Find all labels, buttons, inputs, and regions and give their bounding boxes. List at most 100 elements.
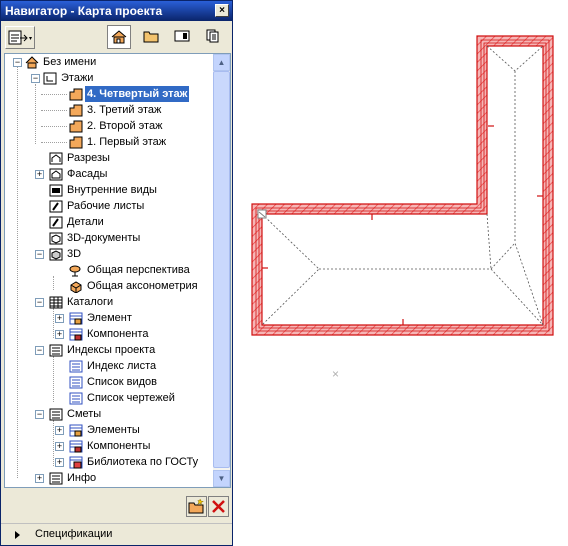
tree-item-info[interactable]: + Инфо — [5, 470, 205, 486]
delete-button[interactable] — [208, 496, 229, 517]
tree-item-label: Внутренние виды — [67, 184, 157, 196]
tree-item-label: Список чертежей — [87, 392, 175, 404]
tree-item-interior[interactable]: Внутренние виды — [5, 182, 205, 198]
delete-icon — [212, 500, 225, 513]
library-estimate-icon — [69, 456, 83, 469]
index-icon — [49, 344, 63, 357]
specifications-panel[interactable]: Спецификации — [1, 523, 232, 546]
tree-item-3d-documents[interactable]: 3D-документы — [5, 230, 205, 246]
collapse-toggle[interactable]: − — [31, 74, 40, 83]
tree-item-root[interactable]: − Без имени — [5, 54, 205, 70]
tree-item-cat-element[interactable]: + Элемент — [5, 310, 205, 326]
new-folder-button[interactable] — [186, 496, 207, 517]
tree-item-label: Инфо — [67, 472, 97, 484]
collapse-toggle[interactable]: − — [35, 250, 44, 259]
tree-item-label: Индексы проекта — [67, 344, 156, 356]
tab-view-map[interactable] — [140, 25, 164, 49]
tree-item-label: Компоненты — [87, 440, 151, 452]
tree-item-floor-3[interactable]: 3. Третий этаж — [5, 102, 205, 118]
tree-item-floors[interactable]: − Этажи — [5, 70, 205, 86]
collapse-toggle[interactable]: − — [35, 410, 44, 419]
expand-arrow-icon[interactable] — [15, 531, 20, 539]
publisher-sets-icon — [206, 29, 219, 43]
tree-item-label: Общая перспектива — [87, 264, 190, 276]
expand-toggle[interactable]: + — [55, 458, 64, 467]
sheet-index-icon — [69, 360, 83, 373]
section-icon — [49, 152, 63, 165]
tree-item-worksheets[interactable]: Рабочие листы — [5, 198, 205, 214]
scroll-thumb[interactable] — [213, 71, 230, 468]
tree-item-label: Этажи — [61, 72, 94, 84]
collapse-toggle[interactable]: − — [35, 346, 44, 355]
story-icon — [69, 120, 83, 133]
tree-item-label: Элементы — [87, 424, 140, 436]
tree-item-label: 2. Второй этаж — [87, 120, 163, 132]
scroll-up-button[interactable]: ▲ — [213, 54, 230, 71]
tree-item-details[interactable]: Детали — [5, 214, 205, 230]
tree-item-est-gost[interactable]: + Библиотека по ГОСТу — [5, 454, 205, 470]
tree-item-est-elements[interactable]: + Элементы — [5, 422, 205, 438]
tree-item-label: Элемент — [87, 312, 132, 324]
expand-toggle[interactable]: + — [55, 314, 64, 323]
interior-elevation-icon — [49, 184, 63, 197]
collapse-toggle[interactable]: − — [35, 298, 44, 307]
navigator-toolbar — [1, 23, 232, 51]
tree-item-label: 3D-документы — [67, 232, 141, 244]
element-estimate-icon — [69, 424, 83, 437]
layout-book-icon — [174, 30, 190, 42]
tree-item-catalogs[interactable]: − Каталоги — [5, 294, 205, 310]
expand-toggle[interactable]: + — [55, 330, 64, 339]
expand-toggle[interactable]: + — [35, 170, 44, 179]
tree-item-idx-views[interactable]: Список видов — [5, 374, 205, 390]
tree-item-floor-2[interactable]: 2. Второй этаж — [5, 118, 205, 134]
tab-publisher-sets[interactable] — [202, 25, 226, 49]
tree-scrollbar[interactable]: ▲ ▼ — [213, 54, 230, 487]
tree-item-sections[interactable]: Разрезы — [5, 150, 205, 166]
3d-view-icon — [49, 248, 63, 261]
tree-item-elevations[interactable]: + Фасады — [5, 166, 205, 182]
collapse-toggle[interactable]: − — [13, 58, 22, 67]
expand-toggle[interactable]: + — [55, 426, 64, 435]
close-button[interactable]: × — [215, 4, 229, 17]
camera-icon — [69, 265, 81, 277]
estimate-icon — [49, 408, 63, 421]
tab-project-map[interactable] — [107, 25, 131, 49]
floor-plan-canvas[interactable] — [248, 28, 562, 378]
tab-layout-book[interactable] — [171, 25, 195, 49]
expand-toggle[interactable]: + — [55, 442, 64, 451]
tree-item-3d[interactable]: − 3D — [5, 246, 205, 262]
tree-item-estimates[interactable]: − Сметы — [5, 406, 205, 422]
origin-marker: × — [332, 367, 340, 381]
tree-item-label: 3. Третий этаж — [87, 104, 162, 116]
navigator-mode-button[interactable] — [5, 26, 35, 49]
tree-content: − Без имени − Этажи 4. Четвертый этаж 3.… — [5, 54, 213, 487]
expand-toggle[interactable]: + — [35, 474, 44, 483]
tree-item-idx-sheet[interactable]: Индекс листа — [5, 358, 205, 374]
floor-plan-icon — [43, 72, 57, 85]
tree-item-floor-1[interactable]: 1. Первый этаж — [5, 134, 205, 150]
tree-item-label: Фасады — [67, 168, 108, 180]
scroll-down-button[interactable]: ▼ — [213, 470, 230, 487]
tree-item-label: Без имени — [43, 56, 97, 68]
tree-item-est-components[interactable]: + Компоненты — [5, 438, 205, 454]
tree-item-label: 4. Четвертый этаж — [85, 86, 190, 102]
tree-item-perspective[interactable]: Общая перспектива — [5, 262, 205, 278]
title-bar[interactable]: Навигатор - Карта проекта × — [1, 1, 232, 21]
elevation-icon — [49, 168, 63, 181]
specifications-label: Спецификации — [35, 528, 113, 540]
tree-item-cat-component[interactable]: + Компонента — [5, 326, 205, 342]
tree-item-label: Компонента — [87, 328, 149, 340]
navigator-mode-icon — [8, 30, 32, 45]
tree-item-idx-drawings[interactable]: Список чертежей — [5, 390, 205, 406]
navigator-actions — [1, 491, 232, 521]
project-tree[interactable]: − Без имени − Этажи 4. Четвертый этаж 3.… — [4, 53, 231, 488]
tree-item-axonometry[interactable]: Общая аксонометрия — [5, 278, 205, 294]
component-schedule-icon — [69, 328, 83, 341]
tree-item-indexes[interactable]: − Индексы проекта — [5, 342, 205, 358]
new-folder-icon — [188, 498, 204, 514]
tree-item-floor-4[interactable]: 4. Четвертый этаж — [5, 86, 205, 102]
story-icon — [69, 136, 83, 149]
table-icon — [49, 296, 63, 309]
axonometry-icon — [70, 281, 82, 293]
detail-icon — [49, 216, 63, 229]
